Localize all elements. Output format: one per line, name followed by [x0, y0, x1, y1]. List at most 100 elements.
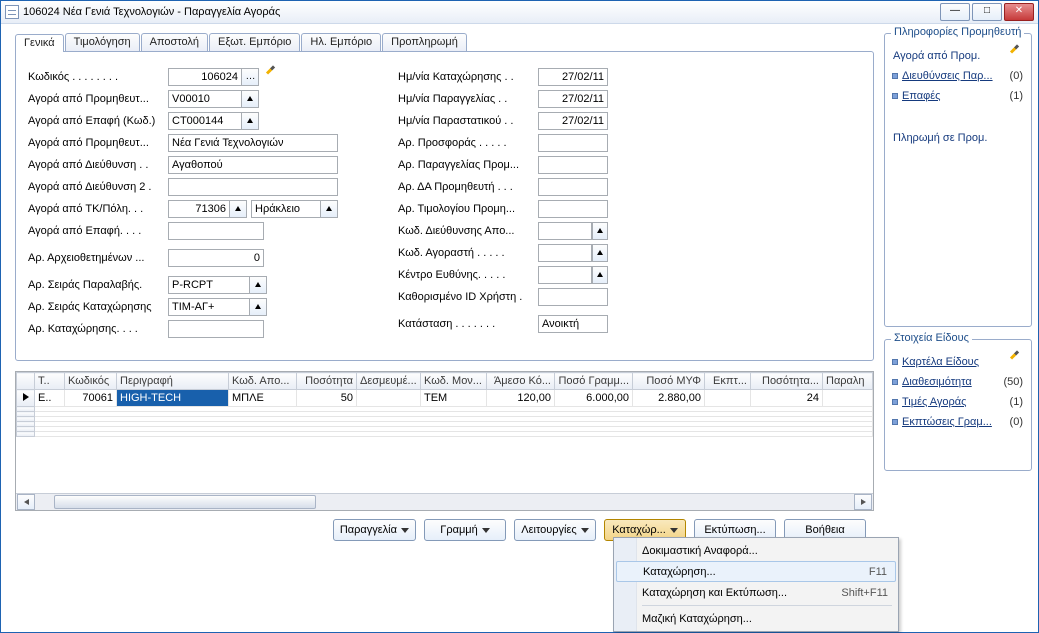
- zip-input[interactable]: [169, 201, 229, 217]
- availability-link[interactable]: Διαθεσιμότητα (50): [893, 372, 1023, 392]
- line-menu-button[interactable]: Γραμμή: [424, 519, 506, 541]
- purchaser-code-lookup-button[interactable]: [592, 244, 608, 262]
- menu-post[interactable]: Καταχώρηση... F11: [616, 561, 896, 582]
- scroll-track[interactable]: [32, 495, 857, 509]
- cell-recvd[interactable]: [823, 390, 873, 407]
- tab-invoicing[interactable]: Τιμολόγηση: [65, 33, 140, 51]
- col-direct[interactable]: Άμεσο Κό...: [487, 373, 555, 390]
- series-receipt-lookup-button[interactable]: [249, 277, 266, 293]
- order-menu-button[interactable]: Παραγγελία: [333, 519, 416, 541]
- scroll-thumb[interactable]: [54, 495, 316, 509]
- contacts-link[interactable]: Επαφές (1): [893, 86, 1023, 106]
- col-qty-rcv[interactable]: Ποσότητα...: [751, 373, 823, 390]
- buy-contact-input[interactable]: [168, 222, 264, 240]
- quote-no-input[interactable]: [538, 134, 608, 152]
- series-receipt-field[interactable]: [168, 276, 267, 294]
- functions-menu-button[interactable]: Λειτουργίες: [514, 519, 596, 541]
- status-input[interactable]: [538, 315, 608, 333]
- cell-uom[interactable]: TEM: [421, 390, 487, 407]
- vendor-input[interactable]: [169, 91, 241, 107]
- code-input[interactable]: [169, 69, 241, 85]
- pencil-icon[interactable]: [1009, 49, 1023, 63]
- col-desc[interactable]: Περιγραφή: [117, 373, 229, 390]
- minimize-button[interactable]: —: [940, 3, 970, 21]
- entry-date-input[interactable]: [538, 68, 608, 86]
- item-card-link[interactable]: Καρτέλα Είδους: [893, 352, 1023, 372]
- col-qty[interactable]: Ποσότητα: [297, 373, 357, 390]
- cell-direct[interactable]: 120,00: [487, 390, 555, 407]
- vendor-field[interactable]: [168, 90, 259, 108]
- zip-field[interactable]: [168, 200, 247, 218]
- ship-code-input[interactable]: [538, 222, 592, 240]
- cell-reserved[interactable]: [357, 390, 421, 407]
- col-apo[interactable]: Κωδ. Απο...: [229, 373, 297, 390]
- col-disc[interactable]: Εκπτ...: [705, 373, 751, 390]
- lines-grid[interactable]: Τ.. Κωδικός Περιγραφή Κωδ. Απο... Ποσότη…: [15, 371, 874, 511]
- tab-shipping[interactable]: Αποστολή: [141, 33, 208, 51]
- series-receipt-input[interactable]: [169, 277, 249, 293]
- col-recvd[interactable]: Παραλη: [823, 373, 873, 390]
- vendor-shipment-no-input[interactable]: [538, 178, 608, 196]
- cell-qty-rcv[interactable]: 24: [751, 390, 823, 407]
- tab-prepayment[interactable]: Προπληρωμή: [382, 33, 467, 51]
- cell-type[interactable]: Ε..: [35, 390, 65, 407]
- resp-center-lookup-button[interactable]: [592, 266, 608, 284]
- contact-code-lookup-button[interactable]: [241, 113, 258, 129]
- col-myf[interactable]: Ποσό ΜΥΦ: [633, 373, 705, 390]
- buy-from-vendor-link[interactable]: Αγορά από Προμ.: [893, 46, 1023, 66]
- resp-center-input[interactable]: [538, 266, 592, 284]
- tab-foreign-trade[interactable]: Εξωτ. Εμπόριο: [209, 33, 300, 51]
- grid-corner[interactable]: [17, 373, 35, 390]
- table-row[interactable]: [17, 432, 873, 437]
- series-post-lookup-button[interactable]: [249, 299, 266, 315]
- user-id-input[interactable]: [538, 288, 608, 306]
- order-date-input[interactable]: [538, 90, 608, 108]
- purchaser-code-input[interactable]: [538, 244, 592, 262]
- table-row[interactable]: Ε.. 70061 HIGH-TECH ΜΠΛΕ 50 TEM 120,00 6…: [17, 390, 873, 407]
- vendor-name-input[interactable]: [168, 134, 338, 152]
- menu-test-report[interactable]: Δοκιμαστική Αναφορά...: [616, 540, 896, 561]
- code-lookup-button[interactable]: …: [241, 69, 258, 85]
- contact-code-field[interactable]: [168, 112, 259, 130]
- purchase-prices-link[interactable]: Τιμές Αγοράς (1): [893, 392, 1023, 412]
- menu-batch-post[interactable]: Μαζική Καταχώρηση...: [616, 608, 896, 629]
- close-button[interactable]: ✕: [1004, 3, 1034, 21]
- tab-general[interactable]: Γενικά: [15, 34, 64, 52]
- city-lookup-button[interactable]: [320, 201, 337, 217]
- cell-code[interactable]: 70061: [65, 390, 117, 407]
- zip-lookup-button[interactable]: [229, 201, 246, 217]
- contact-code-input[interactable]: [169, 113, 241, 129]
- post-no-input[interactable]: [168, 320, 264, 338]
- ship-code-lookup-button[interactable]: [592, 222, 608, 240]
- pencil-icon[interactable]: [265, 70, 279, 84]
- scroll-right-button[interactable]: [854, 494, 872, 510]
- archived-input[interactable]: [168, 249, 264, 267]
- address2-input[interactable]: [168, 178, 338, 196]
- addresses-link[interactable]: Διευθύνσεις Παρ... (0): [893, 66, 1023, 86]
- maximize-button[interactable]: □: [972, 3, 1002, 21]
- col-reserved[interactable]: Δεσμευμέ...: [357, 373, 421, 390]
- code-field[interactable]: …: [168, 68, 259, 86]
- vendor-invoice-no-input[interactable]: [538, 200, 608, 218]
- cell-desc[interactable]: HIGH-TECH: [117, 390, 229, 407]
- tab-ecommerce[interactable]: Ηλ. Εμπόριο: [301, 33, 381, 51]
- h-scrollbar[interactable]: [16, 493, 873, 510]
- cell-apo[interactable]: ΜΠΛΕ: [229, 390, 297, 407]
- series-post-input[interactable]: [169, 299, 249, 315]
- city-field[interactable]: [251, 200, 338, 218]
- vendor-lookup-button[interactable]: [241, 91, 258, 107]
- city-input[interactable]: [252, 201, 320, 217]
- col-uom[interactable]: Κωδ. Μον...: [421, 373, 487, 390]
- menu-post-and-print[interactable]: Καταχώρηση και Εκτύπωση... Shift+F11: [616, 582, 896, 603]
- pencil-icon[interactable]: [1009, 355, 1023, 369]
- cell-myf[interactable]: 2.880,00: [633, 390, 705, 407]
- cell-disc[interactable]: [705, 390, 751, 407]
- cell-qty[interactable]: 50: [297, 390, 357, 407]
- vendor-order-no-input[interactable]: [538, 156, 608, 174]
- line-discounts-link[interactable]: Εκπτώσεις Γραμ... (0): [893, 412, 1023, 432]
- address-input[interactable]: [168, 156, 338, 174]
- cell-line-amount[interactable]: 6.000,00: [555, 390, 633, 407]
- pay-to-vendor-link[interactable]: Πληρωμή σε Προμ.: [893, 128, 1023, 148]
- col-type[interactable]: Τ..: [35, 373, 65, 390]
- col-code[interactable]: Κωδικός: [65, 373, 117, 390]
